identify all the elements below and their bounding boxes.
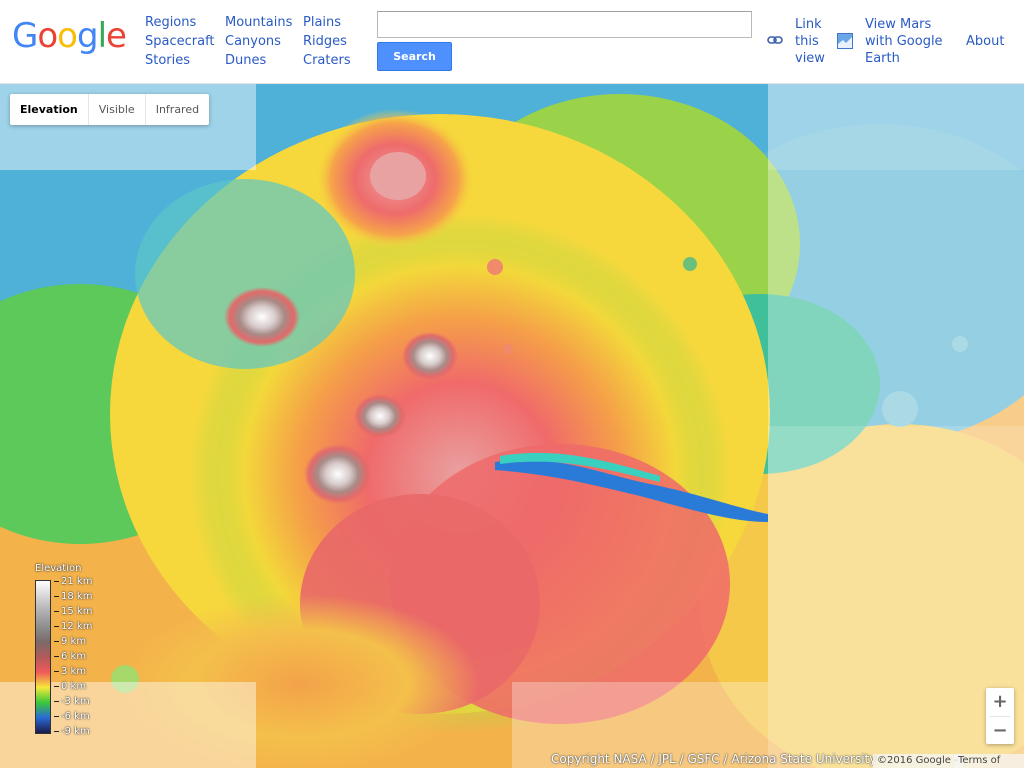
- elevation-color-scale: [35, 580, 51, 734]
- legend-label: 6 km: [54, 649, 92, 664]
- nav-column-3: Plains Ridges Craters: [303, 13, 351, 70]
- about-link[interactable]: About: [966, 33, 1004, 50]
- legend-label: 12 km: [54, 619, 92, 634]
- nav-link-ridges[interactable]: Ridges: [303, 32, 351, 51]
- map-type-elevation[interactable]: Elevation: [10, 94, 89, 125]
- legend-title: Elevation: [35, 563, 82, 574]
- mars-map[interactable]: Elevation Visible Infrared Elevation 21 …: [0, 84, 1024, 768]
- map-type-infrared[interactable]: Infrared: [146, 94, 209, 125]
- legend-label: 15 km: [54, 604, 92, 619]
- google-copyright: ©2016 Google -: [873, 754, 962, 768]
- zoom-in-button[interactable]: +: [986, 688, 1014, 716]
- elevation-map-imagery: [0, 84, 1024, 768]
- imagery-copyright: Copyright NASA / JPL / GSFC / Arizona St…: [551, 752, 877, 766]
- legend-label: -6 km: [54, 709, 92, 724]
- legend-label: 0 km: [54, 679, 92, 694]
- legend-label: 3 km: [54, 664, 92, 679]
- nav-link-spacecraft[interactable]: Spacecraft: [145, 32, 215, 51]
- legend-label: 9 km: [54, 634, 92, 649]
- terms-of-use-link[interactable]: Terms of Use: [954, 754, 1024, 768]
- search-input[interactable]: [377, 11, 752, 38]
- nav-column-2: Mountains Canyons Dunes: [225, 13, 292, 70]
- link-this-view[interactable]: Link this view: [795, 16, 825, 67]
- legend-label: 18 km: [54, 589, 92, 604]
- legend-labels: 21 km 18 km 15 km 12 km 9 km 6 km 3 km 0…: [54, 574, 92, 739]
- map-type-visible[interactable]: Visible: [89, 94, 146, 125]
- search-button[interactable]: Search: [377, 42, 452, 71]
- map-type-control: Elevation Visible Infrared: [10, 94, 210, 125]
- nav-link-plains[interactable]: Plains: [303, 13, 351, 32]
- nav-link-craters[interactable]: Craters: [303, 51, 351, 70]
- google-earth-icon[interactable]: [837, 33, 853, 49]
- legend-label: -9 km: [54, 724, 92, 739]
- zoom-out-button[interactable]: −: [986, 717, 1014, 745]
- view-in-google-earth-link[interactable]: View Mars with Google Earth: [865, 16, 943, 67]
- nav-link-stories[interactable]: Stories: [145, 51, 215, 70]
- nav-link-regions[interactable]: Regions: [145, 13, 215, 32]
- google-logo[interactable]: Google: [12, 14, 127, 58]
- nav-column-1: Regions Spacecraft Stories: [145, 13, 215, 70]
- legend-label: 21 km: [54, 574, 92, 589]
- zoom-control: + −: [986, 688, 1014, 744]
- header-bar: Google Regions Spacecraft Stories Mounta…: [0, 0, 1024, 84]
- legend-label: -3 km: [54, 694, 92, 709]
- link-chain-icon[interactable]: [767, 34, 783, 46]
- nav-link-mountains[interactable]: Mountains: [225, 13, 292, 32]
- nav-link-canyons[interactable]: Canyons: [225, 32, 292, 51]
- nav-link-dunes[interactable]: Dunes: [225, 51, 292, 70]
